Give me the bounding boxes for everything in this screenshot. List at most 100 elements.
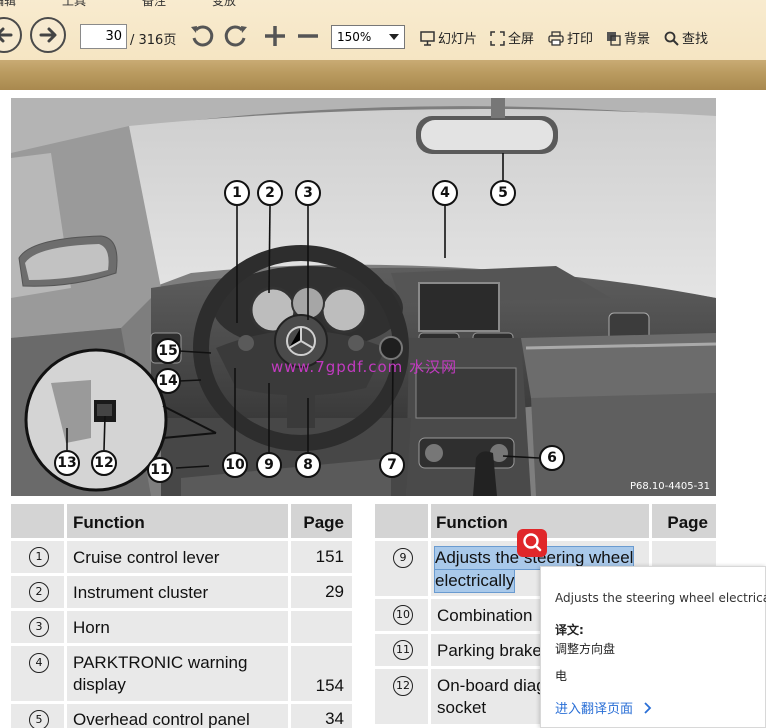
arrow-left-icon <box>0 27 13 43</box>
callout-2: 2 <box>257 180 283 206</box>
page-number-input[interactable]: 30 <box>80 24 127 49</box>
row-function-line1: PARKTRONIC warning <box>73 653 248 672</box>
popup-translation-line2: 电 <box>555 669 568 683</box>
figure-id: P68.10-4405-31 <box>629 481 710 492</box>
menu-tab-notes[interactable]: 备注 <box>142 0 166 8</box>
row-number: 1 <box>29 547 49 567</box>
callout-4: 4 <box>432 180 458 206</box>
menu-tab-tools[interactable]: 工具 <box>62 0 86 8</box>
callout-14: 14 <box>155 368 181 394</box>
arrow-right-icon <box>39 27 57 43</box>
slideshow-icon <box>420 31 435 46</box>
toolbar-bottom-bar <box>0 60 766 90</box>
row-number: 4 <box>29 653 49 673</box>
table-row: 2 Instrument cluster 29 <box>11 576 352 608</box>
row-function: Overhead control panel <box>73 710 250 728</box>
header-function: Function <box>436 513 508 532</box>
chevron-down-icon <box>389 34 399 40</box>
fullscreen-button[interactable]: 全屏 <box>490 28 535 47</box>
back-button[interactable] <box>0 17 22 53</box>
callout-12: 12 <box>91 450 117 476</box>
callout-9: 9 <box>256 452 282 478</box>
background-button[interactable]: 背景 <box>606 28 651 47</box>
header-page: Page <box>667 513 708 532</box>
find-button[interactable]: 查找 <box>664 28 709 47</box>
print-label: 打印 <box>567 32 594 47</box>
rotate-cw-icon <box>224 25 247 47</box>
watermark-text: www.7gpdf.com 水汉网 <box>271 358 458 376</box>
fullscreen-label: 全屏 <box>508 32 535 47</box>
popup-translation-line1: 调整方向盘 <box>555 642 616 656</box>
row-number: 12 <box>393 676 413 696</box>
row-function: Cruise control lever <box>73 548 220 567</box>
background-icon <box>607 32 621 46</box>
plus-icon <box>265 26 285 46</box>
row-number: 5 <box>29 710 49 728</box>
open-translate-page-link[interactable]: 进入翻译页面 <box>555 698 653 717</box>
zoom-in-button[interactable] <box>261 22 289 50</box>
table-row: 3 Horn <box>11 611 352 643</box>
rotate-right-button[interactable] <box>222 22 250 50</box>
dashboard-illustration <box>11 98 716 496</box>
minus-icon <box>298 34 318 38</box>
find-label: 查找 <box>682 32 709 47</box>
search-icon <box>664 31 679 46</box>
background-label: 背景 <box>624 32 651 47</box>
zoom-value: 150% <box>337 30 372 44</box>
row-number: 11 <box>393 640 413 660</box>
menu-strip: 编辑 工具 备注 变放 <box>0 0 766 8</box>
callout-7: 7 <box>379 452 405 478</box>
page-top-margin <box>0 90 766 98</box>
row-function: Instrument cluster <box>73 583 209 602</box>
row-page: 29 <box>325 582 344 601</box>
popup-translation-label: 译文: <box>555 623 584 637</box>
slideshow-button[interactable]: 幻灯片 <box>420 28 478 47</box>
column-divider <box>64 504 67 728</box>
row-function-line2: display <box>73 675 126 694</box>
toolbar-row: 30 / 316页 150% 幻灯片 全屏 打印 背景 查找 <box>0 14 766 58</box>
row-page: 34 <box>325 709 344 728</box>
row-function: Parking brake <box>437 641 542 660</box>
menu-tab-edit[interactable]: 编辑 <box>0 0 16 8</box>
row-function-line1: On-board diag <box>437 676 546 695</box>
page-total-label: / 316页 <box>130 33 177 48</box>
zoom-select[interactable]: 150% <box>331 25 405 49</box>
slideshow-label: 幻灯片 <box>438 32 478 47</box>
header-page: Page <box>303 513 344 532</box>
row-page: 154 <box>315 676 344 695</box>
chevron-right-icon <box>644 702 652 714</box>
toolbar: 编辑 工具 备注 变放 30 / 316页 <box>0 0 766 90</box>
popup-source-text: Adjusts the steering wheel electrically <box>555 591 766 605</box>
search-icon <box>523 533 542 552</box>
callout-11: 11 <box>147 457 173 483</box>
print-button[interactable]: 打印 <box>548 28 594 47</box>
callout-13: 13 <box>54 450 80 476</box>
table-row: 5 Overhead control panel 34 <box>11 704 352 728</box>
table-header: Function Page <box>11 504 352 538</box>
rotate-ccw-icon <box>191 25 214 47</box>
zoom-out-button[interactable] <box>294 22 322 50</box>
rotate-left-button[interactable] <box>188 22 216 50</box>
table-row: 1 Cruise control lever 151 <box>11 541 352 573</box>
row-function: Combination <box>437 606 533 625</box>
row-function-line2: socket <box>437 698 487 717</box>
forward-button[interactable] <box>30 17 66 53</box>
open-translate-page-label: 进入翻译页面 <box>555 702 634 717</box>
callout-1: 1 <box>224 180 250 206</box>
header-function: Function <box>73 513 145 532</box>
menu-tab-view[interactable]: 变放 <box>212 0 236 8</box>
translate-search-button[interactable] <box>517 529 547 557</box>
printer-icon <box>548 31 564 46</box>
callout-10: 10 <box>222 452 248 478</box>
fullscreen-icon <box>490 31 505 46</box>
function-table-left: Function Page 1 Cruise control lever 151… <box>11 504 352 728</box>
row-number: 10 <box>393 605 413 625</box>
row-number: 3 <box>29 617 49 637</box>
row-number: 2 <box>29 582 49 602</box>
dashboard-figure: 1 2 3 4 5 6 7 8 9 10 11 12 13 14 15 www.… <box>11 98 716 496</box>
column-divider <box>428 504 431 728</box>
row-page: 151 <box>315 547 344 566</box>
table-row: 4 PARKTRONIC warning display 154 <box>11 646 352 701</box>
callout-3: 3 <box>295 180 321 206</box>
selected-text-line2[interactable]: electrically <box>433 569 516 593</box>
